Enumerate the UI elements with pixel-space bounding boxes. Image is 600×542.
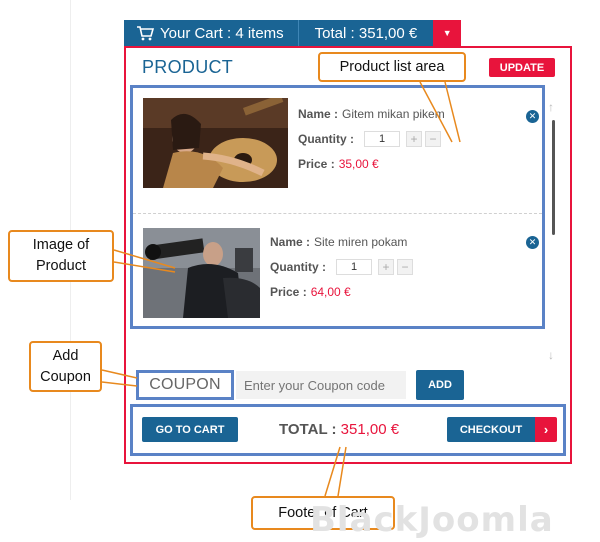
total-value: 351,00 € bbox=[340, 421, 400, 438]
callout-coupon: Add Coupon bbox=[29, 341, 102, 392]
callout-image: Image of Product bbox=[8, 230, 114, 282]
quantity-input[interactable] bbox=[336, 258, 372, 275]
price-label: Price : bbox=[298, 156, 335, 171]
cart-dropdown-panel: PRODUCT UPDATE Name : Gitem mikan pikem … bbox=[124, 46, 572, 464]
product-price: 64,00 € bbox=[310, 284, 351, 299]
name-label: Name : bbox=[298, 106, 339, 121]
scroll-down-arrow-icon[interactable]: ↓ bbox=[548, 348, 554, 362]
update-button[interactable]: UPDATE bbox=[489, 58, 555, 77]
plus-icon[interactable]: + bbox=[378, 258, 394, 275]
cart-count-label: Your Cart : 4 items bbox=[160, 24, 284, 42]
scrollbar-thumb[interactable] bbox=[552, 120, 555, 235]
product-image[interactable] bbox=[143, 228, 260, 318]
product-name: Gitem mikan pikem bbox=[342, 106, 445, 121]
product-list[interactable]: Name : Gitem mikan pikem Quantity : + − … bbox=[130, 85, 545, 329]
product-item: Name : Gitem mikan pikem Quantity : + − … bbox=[133, 88, 542, 214]
product-info: Name : Gitem mikan pikem Quantity : + − … bbox=[298, 101, 445, 176]
watermark-logo: BlackJoomla bbox=[310, 500, 554, 540]
coupon-label: COUPON bbox=[136, 370, 234, 400]
product-name-row: Name : Gitem mikan pikem bbox=[298, 101, 445, 126]
cart-count-section[interactable]: Your Cart : 4 items bbox=[124, 20, 299, 46]
product-heading: PRODUCT bbox=[142, 57, 234, 77]
price-label: Price : bbox=[270, 284, 307, 299]
product-info: Name : Site miren pokam Quantity : + − P… bbox=[270, 229, 416, 304]
product-item: Name : Site miren pokam Quantity : + − P… bbox=[133, 214, 542, 324]
cart-icon bbox=[137, 26, 154, 41]
name-label: Name : bbox=[270, 234, 311, 249]
product-quantity-row: Quantity : + − bbox=[270, 254, 416, 279]
cart-toggle-button[interactable]: ▼ bbox=[433, 20, 462, 46]
cart-header-bar[interactable]: Your Cart : 4 items Total : 351,00 € ▼ bbox=[124, 20, 462, 46]
cart-footer: GO TO CART TOTAL : 351,00 € CHECKOUT › bbox=[130, 404, 566, 456]
product-price-row: Price : 64,00 € bbox=[270, 279, 416, 304]
minus-icon[interactable]: − bbox=[397, 258, 413, 275]
plus-icon[interactable]: + bbox=[406, 130, 422, 147]
scroll-up-arrow-icon[interactable]: ↑ bbox=[548, 100, 554, 114]
product-name-row: Name : Site miren pokam bbox=[270, 229, 416, 254]
product-name: Site miren pokam bbox=[314, 234, 408, 249]
product-image-guitar bbox=[143, 98, 288, 188]
header-total-label: Total : 351,00 € bbox=[314, 24, 418, 42]
minus-icon[interactable]: − bbox=[425, 130, 441, 147]
caret-down-icon: ▼ bbox=[442, 28, 452, 38]
checkout-button[interactable]: CHECKOUT › bbox=[447, 417, 557, 442]
product-quantity-row: Quantity : + − bbox=[298, 126, 445, 151]
quantity-label: Quantity : bbox=[270, 259, 326, 274]
remove-item-icon[interactable]: ✕ bbox=[526, 236, 539, 249]
product-price-row: Price : 35,00 € bbox=[298, 151, 445, 176]
quantity-input[interactable] bbox=[364, 130, 400, 147]
checkout-label: CHECKOUT bbox=[447, 417, 535, 442]
coupon-input[interactable] bbox=[236, 371, 406, 399]
remove-item-icon[interactable]: ✕ bbox=[526, 110, 539, 123]
product-price: 35,00 € bbox=[338, 156, 379, 171]
go-to-cart-button[interactable]: GO TO CART bbox=[142, 417, 238, 442]
product-image[interactable] bbox=[143, 98, 288, 188]
cart-total: TOTAL : 351,00 € bbox=[279, 421, 399, 438]
chevron-right-icon: › bbox=[535, 417, 557, 442]
callout-product-list: Product list area bbox=[318, 52, 466, 82]
quantity-label: Quantity : bbox=[298, 131, 354, 146]
cart-total-section[interactable]: Total : 351,00 € bbox=[299, 20, 434, 46]
product-image-photographer bbox=[143, 228, 260, 318]
total-label: TOTAL : bbox=[279, 421, 337, 438]
add-coupon-button[interactable]: ADD bbox=[416, 370, 464, 400]
